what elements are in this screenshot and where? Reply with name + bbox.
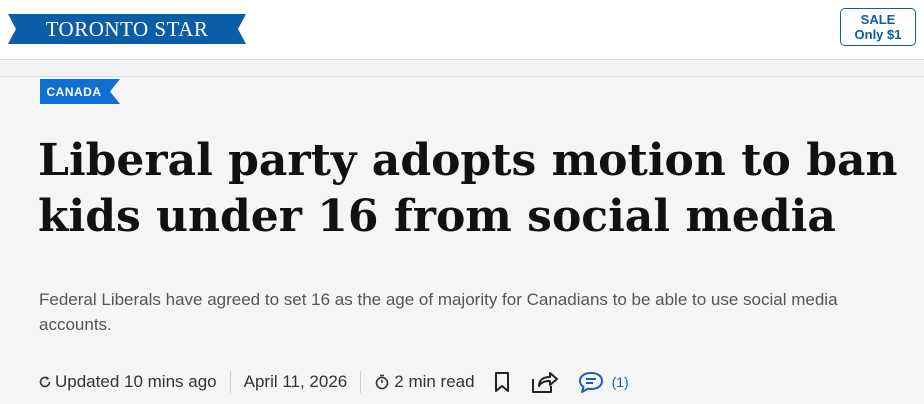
share-icon (531, 372, 558, 393)
updated-text: Updated 10 mins ago (55, 372, 217, 391)
bookmark-button[interactable] (493, 371, 511, 393)
share-button[interactable] (531, 370, 559, 394)
read-time-text: 2 min read (394, 372, 475, 391)
bookmark-icon (494, 372, 509, 392)
publish-date: April 11, 2026 (243, 372, 348, 391)
comment-count: (1) (611, 374, 629, 390)
category-tag[interactable]: CANADA (40, 79, 120, 104)
comments-button[interactable]: (1) (577, 370, 629, 394)
refresh-icon (39, 376, 51, 388)
meta-separator (229, 371, 231, 393)
category-label: CANADA (46, 84, 102, 99)
article-meta-bar: Updated 10 mins ago April 11, 2026 2 min… (38, 367, 918, 397)
meta-separator (360, 371, 362, 393)
sale-label: SALE (860, 12, 896, 27)
article-headline: Liberal party adopts motion to ban kids … (38, 135, 898, 242)
sale-subscribe-button[interactable]: SALE Only $1 (840, 8, 916, 46)
header-divider (0, 61, 924, 77)
comment-icon (578, 372, 603, 393)
toronto-star-logo[interactable]: TORONTO STAR (8, 14, 246, 44)
timer-icon (375, 374, 389, 390)
logo-text: TORONTO STAR (45, 16, 209, 41)
read-time: 2 min read (374, 372, 475, 392)
article-subheadline: Federal Liberals have agreed to set 16 a… (39, 290, 838, 334)
top-bar: TORONTO STAR SALE Only $1 (0, 0, 924, 60)
sale-price-label: Only $1 (854, 27, 902, 42)
updated-timestamp: Updated 10 mins ago (38, 372, 217, 392)
